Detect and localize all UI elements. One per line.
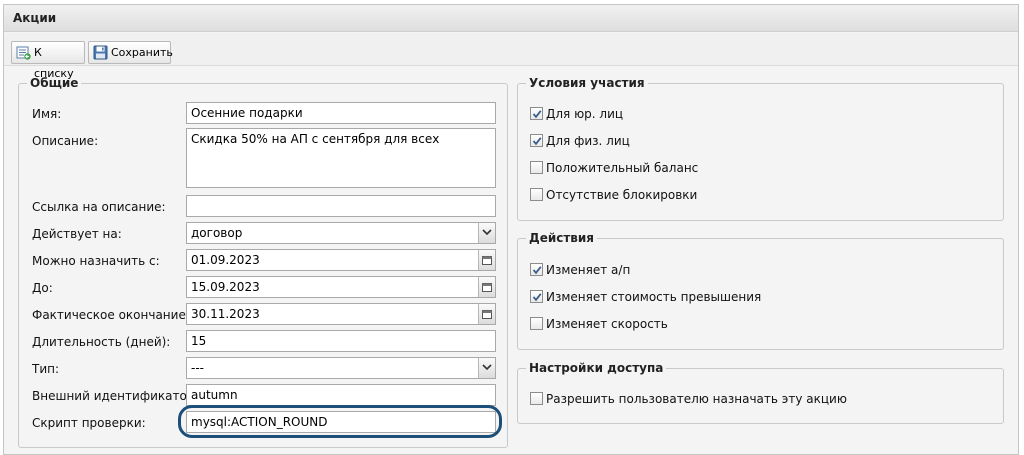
checkmark-icon — [532, 293, 542, 302]
back-to-list-label: К списку — [34, 46, 74, 80]
assign-from-value: 01.09.2023 — [191, 253, 260, 267]
calendar-icon[interactable] — [478, 277, 495, 297]
conditions-checkbox-label: Для физ. лиц — [546, 134, 630, 148]
access-legend: Настройки доступа — [529, 361, 664, 375]
type-select[interactable]: --- — [186, 357, 496, 379]
checkbox-unchecked[interactable] — [530, 317, 543, 330]
applies-to-value: договор — [191, 226, 243, 240]
until-label: До: — [32, 281, 53, 295]
duration-label: Длительность (дней): — [32, 335, 171, 349]
checkbox-checked[interactable] — [530, 107, 543, 120]
checkmark-icon — [532, 266, 542, 275]
assign-from-label: Можно назначить с: — [32, 254, 160, 268]
actions-checkbox-label: Изменяет а/п — [546, 263, 631, 277]
conditions-checkbox-label: Отсутствие блокировки — [546, 188, 698, 202]
description-textarea[interactable]: Скидка 50% на АП с сентября для всех — [186, 128, 496, 188]
checkbox-checked[interactable] — [530, 290, 543, 303]
actions-checkbox-label: Изменяет скорость — [546, 317, 668, 331]
assign-from-date-field[interactable]: 01.09.2023 — [186, 249, 496, 271]
toolbar: К списку Сохранить — [4, 33, 1018, 80]
conditions-checkbox-label: Для юр. лиц — [546, 107, 624, 121]
checkbox-checked[interactable] — [530, 134, 543, 147]
applies-to-label: Действует на: — [32, 227, 122, 241]
checkbox-unchecked[interactable] — [530, 161, 543, 174]
access-checkbox-label: Разрешить пользователю назначать эту акц… — [546, 392, 847, 406]
calendar-icon[interactable] — [478, 304, 495, 324]
external-id-input[interactable]: autumn — [186, 384, 496, 406]
actual-end-label: Фактическое окончание: — [32, 308, 190, 322]
dropdown-arrow-icon[interactable] — [478, 358, 495, 378]
checkmark-icon — [532, 137, 542, 146]
save-label: Сохранить — [111, 46, 173, 59]
conditions-checkbox-label: Положительный баланс — [546, 161, 699, 175]
conditions-legend: Условия участия — [529, 76, 645, 90]
name-input[interactable]: Осенние подарки — [186, 102, 496, 124]
type-value: --- — [191, 361, 204, 375]
actions-checkbox-label: Изменяет стоимость превышения — [546, 290, 762, 304]
general-legend: Общие — [30, 76, 79, 90]
name-label: Имя: — [32, 107, 62, 121]
until-value: 15.09.2023 — [191, 280, 260, 294]
link-label: Ссылка на описание: — [32, 200, 166, 214]
save-button[interactable]: Сохранить — [88, 41, 173, 64]
applies-to-select[interactable]: договор — [186, 222, 496, 244]
floppy-save-icon — [93, 45, 108, 60]
checkbox-unchecked[interactable] — [530, 392, 543, 405]
actual-end-value: 30.11.2023 — [191, 307, 260, 321]
until-date-field[interactable]: 15.09.2023 — [186, 276, 496, 298]
back-to-list-button[interactable]: К списку — [11, 41, 85, 80]
checkmark-icon — [532, 110, 542, 119]
calendar-icon[interactable] — [478, 250, 495, 270]
check-script-label: Скрипт проверки: — [32, 416, 146, 430]
back-list-icon — [16, 45, 31, 60]
actions-legend: Действия — [529, 231, 595, 245]
checkbox-unchecked[interactable] — [530, 188, 543, 201]
external-id-label: Внешний идентификатор: — [32, 389, 199, 403]
actual-end-date-field[interactable]: 30.11.2023 — [186, 303, 496, 325]
description-label: Описание: — [32, 134, 99, 148]
type-label: Тип: — [32, 362, 60, 376]
check-script-input[interactable]: mysql:ACTION_ROUND — [186, 411, 496, 433]
dropdown-arrow-icon[interactable] — [478, 223, 495, 243]
duration-input[interactable]: 15 — [186, 330, 496, 352]
window-title: Акции — [4, 5, 1018, 32]
link-input[interactable] — [186, 195, 496, 217]
checkbox-checked[interactable] — [530, 263, 543, 276]
